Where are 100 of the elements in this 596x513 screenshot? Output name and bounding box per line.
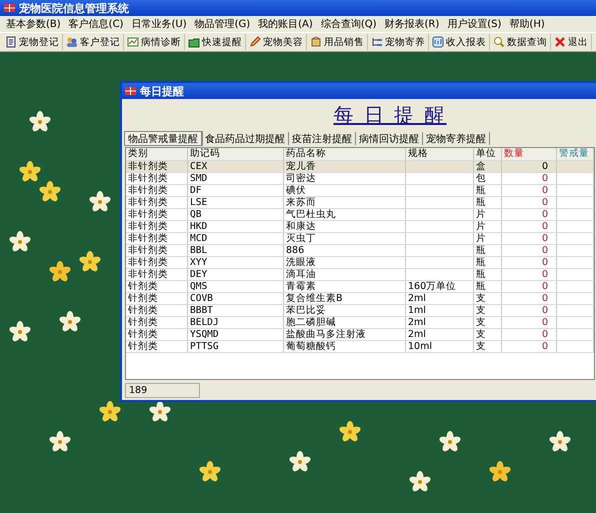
window-title: 宠物医院信息管理系统 (19, 0, 129, 16)
table-row[interactable]: 非针剂类 MCD 灭虫丁 片 0 (126, 233, 594, 245)
menu-item[interactable]: 物品管理(G) (190, 17, 254, 31)
table-cell: 盐酸曲马多注射液 (284, 329, 406, 340)
toolbar-button[interactable]: 用品销售 (307, 34, 368, 50)
menu-item[interactable]: 用户设置(S) (443, 17, 506, 31)
table-cell: QB (188, 209, 284, 220)
app-logo-icon (4, 3, 15, 13)
table-cell: 0 (502, 185, 557, 196)
menu-item[interactable]: 客户信息(C) (64, 17, 128, 31)
table-cell: DEY (188, 269, 284, 280)
table-cell: 瓶 (474, 281, 502, 292)
table-cell: 针剂类 (126, 293, 188, 304)
column-header: 单位 (474, 148, 502, 160)
toolbar-button[interactable]: 退出 (551, 34, 592, 50)
table-cell: 和康达 (284, 221, 406, 232)
table-cell: 非针剂类 (126, 245, 188, 256)
table-cell: 支 (474, 329, 502, 340)
table-cell: DF (188, 185, 284, 196)
table-cell: 复合维生素B (284, 293, 406, 304)
menu-item[interactable]: 我的账目(A) (254, 17, 317, 31)
table-cell: 非针剂类 (126, 257, 188, 268)
table-row[interactable]: 非针剂类 LSE 来苏而 瓶 0 (126, 197, 594, 209)
magnifier-icon (493, 36, 505, 48)
table-cell: SMD (188, 173, 284, 184)
table-row[interactable]: 非针剂类 HKD 和康达 片 0 (126, 221, 594, 233)
table-cell: 0 (502, 161, 557, 172)
table-cell: YSQMD (188, 329, 284, 340)
table-cell: 支 (474, 341, 502, 352)
table-row[interactable]: 针剂类 COVB 复合维生素B 2ml 支 0 (126, 293, 594, 305)
table-cell: 灭虫丁 (284, 233, 406, 244)
table-cell: 宠儿香 (284, 161, 406, 172)
table-cell: 滴耳油 (284, 269, 406, 280)
tab[interactable]: 病情回访提醒 (356, 132, 423, 145)
toolbar-button[interactable]: 收入报表 (429, 34, 490, 50)
table-row[interactable]: 针剂类 PTTSG 葡萄糖酸钙 10ml 支 0 (126, 341, 594, 353)
document-icon (5, 36, 17, 48)
table-cell: 0 (502, 257, 557, 268)
table-cell: 0 (502, 293, 557, 304)
table-row[interactable]: 针剂类 QMS 青霉素 160万单位 瓶 0 (126, 281, 594, 293)
toolbar-button[interactable]: 病情诊断 (124, 34, 185, 50)
table-row[interactable]: 针剂类 YSQMD 盐酸曲马多注射液 2ml 支 0 (126, 329, 594, 341)
menu-item[interactable]: 帮助(H) (505, 17, 549, 31)
table-row[interactable]: 非针剂类 BBL 886 瓶 0 (126, 245, 594, 257)
table-row[interactable]: 非针剂类 DEY 滴耳油 瓶 0 (126, 269, 594, 281)
table-cell: 葡萄糖酸钙 (284, 341, 406, 352)
table-cell: 0 (502, 209, 557, 220)
table-cell: 非针剂类 (126, 173, 188, 184)
table-cell: LSE (188, 197, 284, 208)
toolbar-button[interactable]: 数据查询 (490, 34, 551, 50)
column-header: 规格 (406, 148, 474, 160)
column-header: 警戒量 (557, 148, 594, 160)
table-cell: 886 (284, 245, 406, 256)
menu-item[interactable]: 基本参数(B) (2, 17, 65, 31)
tab[interactable]: 食品药品过期提醒 (202, 132, 289, 145)
table-cell: 10ml (406, 341, 474, 352)
tab[interactable]: 宠物寄养提醒 (423, 132, 490, 145)
table-row[interactable]: 非针剂类 DF 碘伏 瓶 0 (126, 185, 594, 197)
tab[interactable]: 疫苗注射提醒 (289, 132, 356, 145)
toolbar-button[interactable]: 宠物登记 (2, 34, 63, 50)
table-cell: BBBT (188, 305, 284, 316)
table-cell: 支 (474, 293, 502, 304)
column-header: 助记码 (188, 148, 284, 160)
table-cell: 支 (474, 317, 502, 328)
table-cell: 针剂类 (126, 341, 188, 352)
menu-item[interactable]: 财务报表(R) (380, 17, 444, 31)
table-cell: 非针剂类 (126, 209, 188, 220)
table-cell: 0 (502, 305, 557, 316)
table-cell: 来苏而 (284, 197, 406, 208)
table-cell: CEX (188, 161, 284, 172)
table-cell: 瓶 (474, 269, 502, 280)
table-row[interactable]: 针剂类 BBBT 苯巴比妥 1ml 支 0 (126, 305, 594, 317)
chart-icon (127, 36, 139, 48)
table-cell: 瓶 (474, 245, 502, 256)
toolbar-button[interactable]: 宠物寄养 (368, 34, 429, 50)
table-cell: 片 (474, 221, 502, 232)
table-cell: MCD (188, 233, 284, 244)
table-cell: 针剂类 (126, 305, 188, 316)
table-cell: 非针剂类 (126, 233, 188, 244)
table-cell: XYY (188, 257, 284, 268)
table-row[interactable]: 非针剂类 QB 气巴杜虫丸 片 0 (126, 209, 594, 221)
table-cell: 2ml (406, 293, 474, 304)
menu-item[interactable]: 日常业务(U) (127, 17, 191, 31)
app-logo-icon (125, 86, 136, 96)
table-cell: 非针剂类 (126, 161, 188, 172)
toolbar-button[interactable]: 快速提醒 (185, 34, 246, 50)
tab[interactable]: 物品警戒量提醒 (125, 132, 202, 145)
toolbar-button[interactable]: 宠物美容 (246, 34, 307, 50)
table-cell: 0 (502, 197, 557, 208)
table-cell: 0 (502, 173, 557, 184)
table-cell: 瓶 (474, 185, 502, 196)
table-cell: 青霉素 (284, 281, 406, 292)
close-icon (554, 36, 566, 48)
menu-item[interactable]: 综合查询(Q) (316, 17, 380, 31)
table-row[interactable]: 针剂类 BELDJ 胞二磷胆碱 2ml 支 0 (126, 317, 594, 329)
table-cell: 0 (502, 329, 557, 340)
toolbar-button[interactable]: 客户登记 (63, 34, 124, 50)
table-row[interactable]: 非针剂类 CEX 宠儿香 盒 0 (126, 161, 594, 173)
table-row[interactable]: 非针剂类 XYY 洗眼液 瓶 0 (126, 257, 594, 269)
table-row[interactable]: 非针剂类 SMD 司密达 包 0 (126, 173, 594, 185)
